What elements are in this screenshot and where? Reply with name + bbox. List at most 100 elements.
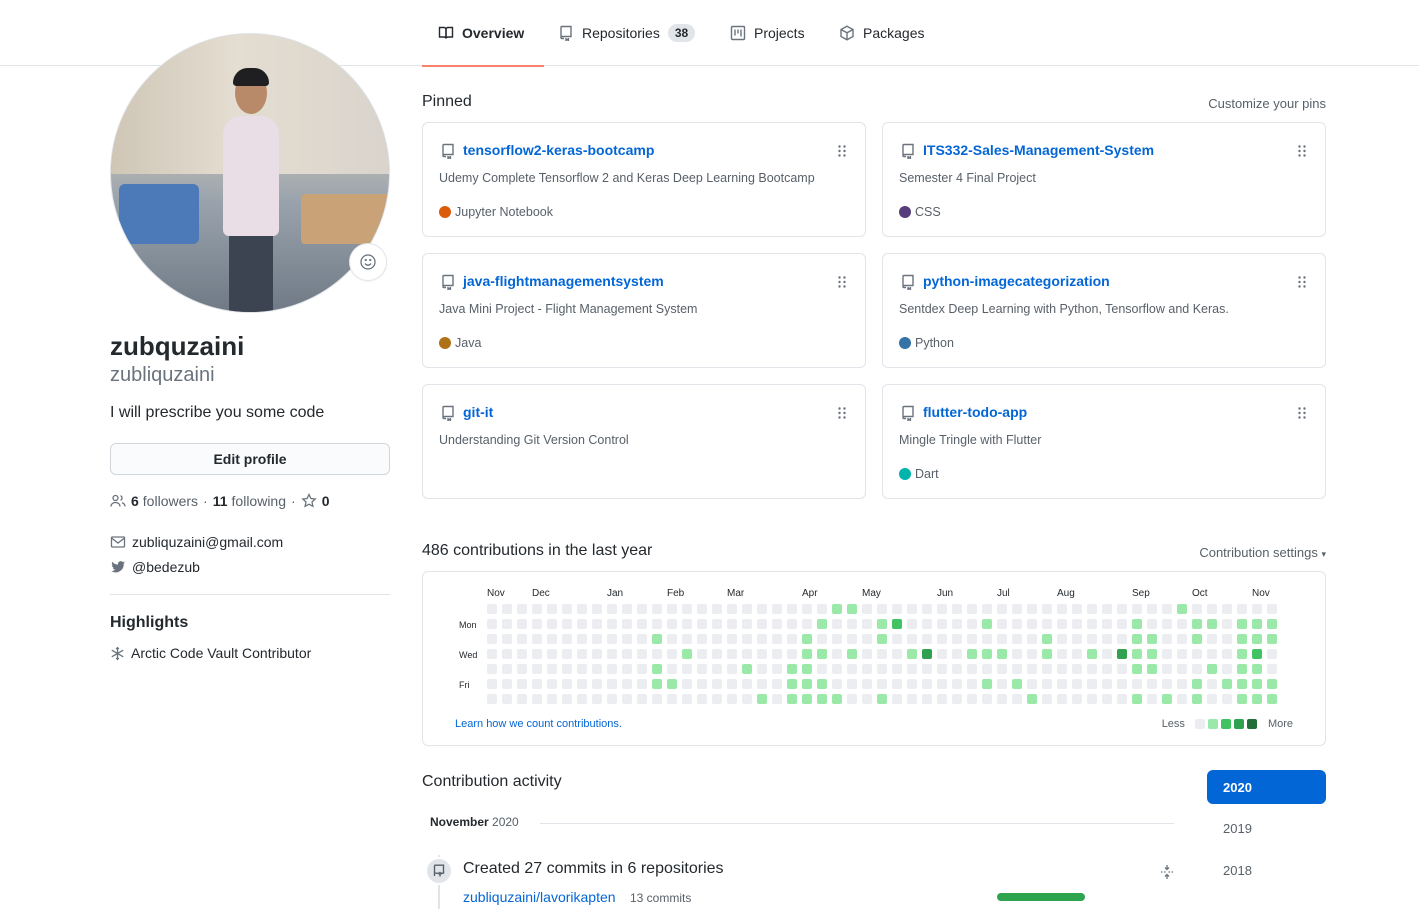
contribution-day-cell[interactable] <box>727 664 737 674</box>
contribution-day-cell[interactable] <box>727 604 737 614</box>
contribution-day-cell[interactable] <box>1132 634 1142 644</box>
contribution-day-cell[interactable] <box>547 664 557 674</box>
contribution-day-cell[interactable] <box>967 694 977 704</box>
contribution-day-cell[interactable] <box>877 604 887 614</box>
contribution-day-cell[interactable] <box>652 634 662 644</box>
contribution-day-cell[interactable] <box>1057 649 1067 659</box>
contribution-day-cell[interactable] <box>817 664 827 674</box>
contribution-day-cell[interactable] <box>817 679 827 689</box>
contribution-day-cell[interactable] <box>727 619 737 629</box>
contribution-day-cell[interactable] <box>517 694 527 704</box>
contribution-day-cell[interactable] <box>817 604 827 614</box>
contribution-day-cell[interactable] <box>817 619 827 629</box>
contribution-day-cell[interactable] <box>1042 604 1052 614</box>
contribution-day-cell[interactable] <box>532 619 542 629</box>
drag-handle-icon[interactable] <box>1297 406 1307 420</box>
contribution-day-cell[interactable] <box>622 649 632 659</box>
contribution-day-cell[interactable] <box>562 604 572 614</box>
contribution-day-cell[interactable] <box>1117 649 1127 659</box>
contribution-day-cell[interactable] <box>1012 664 1022 674</box>
contribution-day-cell[interactable] <box>622 664 632 674</box>
contribution-day-cell[interactable] <box>892 604 902 614</box>
contribution-day-cell[interactable] <box>877 694 887 704</box>
contribution-day-cell[interactable] <box>1012 679 1022 689</box>
contribution-day-cell[interactable] <box>682 634 692 644</box>
contribution-day-cell[interactable] <box>922 604 932 614</box>
contribution-day-cell[interactable] <box>1027 604 1037 614</box>
contribution-day-cell[interactable] <box>937 604 947 614</box>
contribution-day-cell[interactable] <box>922 694 932 704</box>
contribution-day-cell[interactable] <box>697 604 707 614</box>
contribution-day-cell[interactable] <box>1177 664 1187 674</box>
contribution-day-cell[interactable] <box>547 634 557 644</box>
contribution-day-cell[interactable] <box>592 649 602 659</box>
contribution-day-cell[interactable] <box>1027 619 1037 629</box>
contribution-day-cell[interactable] <box>1162 634 1172 644</box>
contribution-day-cell[interactable] <box>1207 679 1217 689</box>
contribution-day-cell[interactable] <box>1042 679 1052 689</box>
contribution-day-cell[interactable] <box>1207 604 1217 614</box>
contribution-day-cell[interactable] <box>697 694 707 704</box>
contribution-day-cell[interactable] <box>802 694 812 704</box>
contribution-day-cell[interactable] <box>757 619 767 629</box>
pinned-repo-link[interactable]: flutter-todo-app <box>923 404 1027 420</box>
contribution-day-cell[interactable] <box>937 679 947 689</box>
contribution-day-cell[interactable] <box>577 619 587 629</box>
contribution-day-cell[interactable] <box>1162 604 1172 614</box>
commit-count[interactable]: 13 commits <box>630 891 691 905</box>
contribution-day-cell[interactable] <box>862 664 872 674</box>
contribution-day-cell[interactable] <box>877 679 887 689</box>
contribution-day-cell[interactable] <box>997 604 1007 614</box>
contribution-day-cell[interactable] <box>562 694 572 704</box>
contribution-day-cell[interactable] <box>757 649 767 659</box>
contribution-day-cell[interactable] <box>937 664 947 674</box>
contribution-day-cell[interactable] <box>832 694 842 704</box>
contribution-day-cell[interactable] <box>1102 694 1112 704</box>
contribution-day-cell[interactable] <box>952 619 962 629</box>
contribution-day-cell[interactable] <box>562 649 572 659</box>
contribution-day-cell[interactable] <box>487 634 497 644</box>
contribution-day-cell[interactable] <box>487 604 497 614</box>
contribution-day-cell[interactable] <box>1252 634 1262 644</box>
contribution-day-cell[interactable] <box>1252 664 1262 674</box>
contribution-day-cell[interactable] <box>1252 619 1262 629</box>
contribution-day-cell[interactable] <box>982 679 992 689</box>
contribution-day-cell[interactable] <box>487 694 497 704</box>
pinned-repo-link[interactable]: python-imagecategorization <box>923 273 1110 289</box>
contribution-day-cell[interactable] <box>727 679 737 689</box>
contribution-day-cell[interactable] <box>742 604 752 614</box>
contribution-day-cell[interactable] <box>802 649 812 659</box>
contribution-day-cell[interactable] <box>607 604 617 614</box>
contribution-day-cell[interactable] <box>637 634 647 644</box>
contribution-day-cell[interactable] <box>607 664 617 674</box>
contribution-day-cell[interactable] <box>517 604 527 614</box>
contribution-day-cell[interactable] <box>547 604 557 614</box>
contribution-day-cell[interactable] <box>1102 649 1112 659</box>
contribution-day-cell[interactable] <box>667 649 677 659</box>
contribution-day-cell[interactable] <box>1237 619 1247 629</box>
profile-twitter[interactable]: @bedezub <box>132 559 200 575</box>
contribution-day-cell[interactable] <box>772 679 782 689</box>
contribution-day-cell[interactable] <box>727 634 737 644</box>
contribution-day-cell[interactable] <box>982 619 992 629</box>
contribution-day-cell[interactable] <box>517 664 527 674</box>
contribution-day-cell[interactable] <box>577 604 587 614</box>
contribution-day-cell[interactable] <box>1177 679 1187 689</box>
contribution-day-cell[interactable] <box>802 604 812 614</box>
contribution-day-cell[interactable] <box>1132 604 1142 614</box>
contribution-day-cell[interactable] <box>1237 604 1247 614</box>
contribution-day-cell[interactable] <box>637 604 647 614</box>
contribution-day-cell[interactable] <box>922 619 932 629</box>
contribution-day-cell[interactable] <box>517 649 527 659</box>
contribution-day-cell[interactable] <box>787 649 797 659</box>
contribution-day-cell[interactable] <box>907 619 917 629</box>
contribution-day-cell[interactable] <box>607 679 617 689</box>
contribution-day-cell[interactable] <box>667 619 677 629</box>
contribution-day-cell[interactable] <box>502 694 512 704</box>
followers-count[interactable]: 6 <box>131 493 139 509</box>
contribution-day-cell[interactable] <box>982 649 992 659</box>
contribution-day-cell[interactable] <box>637 619 647 629</box>
contribution-day-cell[interactable] <box>592 634 602 644</box>
contribution-day-cell[interactable] <box>547 649 557 659</box>
contribution-day-cell[interactable] <box>757 634 767 644</box>
